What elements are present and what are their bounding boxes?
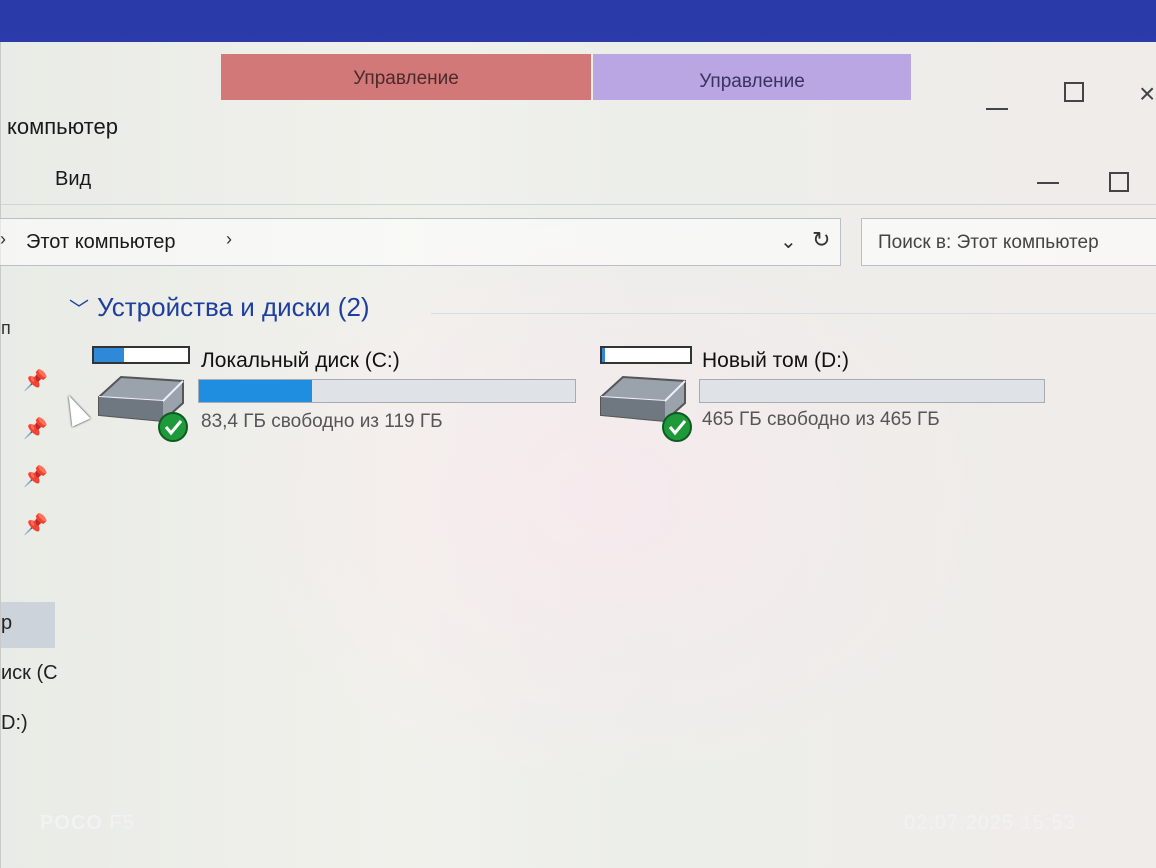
refresh-icon[interactable]: ↻ <box>812 227 830 253</box>
nav-item-drive-c[interactable]: иск (С <box>1 662 58 685</box>
status-check-icon <box>158 412 188 442</box>
inner-minimize-button[interactable] <box>1037 182 1059 184</box>
chevron-down-icon[interactable]: ⌄ <box>780 229 797 254</box>
brand-name: POCO <box>40 812 103 834</box>
pin-icon[interactable]: 📌 <box>23 464 48 489</box>
search-placeholder: Поиск в: Этот компьютер <box>878 232 1099 253</box>
status-check-icon <box>662 412 692 442</box>
breadcrumb-next-chevron-icon[interactable]: › <box>226 229 232 250</box>
search-box[interactable]: Поиск в: Этот компьютер <box>861 218 1156 266</box>
pin-icon[interactable]: 📌 <box>23 416 48 441</box>
breadcrumb-this-pc[interactable]: Этот компьютер <box>26 231 176 254</box>
mouse-cursor-icon <box>59 391 91 427</box>
context-tab-manage-1[interactable]: Управление <box>221 54 591 100</box>
drive-free-space: 465 ГБ свободно из 465 ГБ <box>702 409 940 430</box>
ribbon-tab-view[interactable]: Вид <box>55 168 91 191</box>
nav-item-label: р <box>1 612 13 634</box>
nav-partial-label: п <box>1 318 11 338</box>
breadcrumb-chevron-icon[interactable]: › <box>0 229 6 250</box>
minimize-button[interactable] <box>986 108 1008 110</box>
hard-drive-icon <box>600 346 692 442</box>
nav-item-this-pc[interactable]: р <box>1 602 55 648</box>
drive-name: Новый том (D:) <box>702 349 849 372</box>
address-bar[interactable]: › Этот компьютер › ⌄ ↻ <box>0 218 841 266</box>
desktop: Управление Управление × компьютер Вид › … <box>0 0 1156 868</box>
context-tab-manage-2[interactable]: Управление <box>593 54 911 100</box>
model-name: F5 <box>109 812 135 834</box>
drive-usage-fill <box>199 380 312 402</box>
hard-drive-icon <box>92 346 190 442</box>
title-bar: Управление Управление <box>1 42 1156 100</box>
drive-usage-bar <box>198 379 576 403</box>
window-title: компьютер <box>7 114 118 139</box>
pin-icon[interactable]: 📌 <box>23 512 48 537</box>
pin-icon[interactable]: 📌 <box>23 368 48 393</box>
maximize-button[interactable] <box>1064 82 1084 102</box>
close-button[interactable]: × <box>1139 78 1155 110</box>
drive-tile-c[interactable]: Локальный диск (C:) 83,4 ГБ свободно из … <box>91 345 591 445</box>
explorer-window: Управление Управление × компьютер Вид › … <box>0 42 1156 868</box>
inner-maximize-button[interactable] <box>1109 172 1129 192</box>
photo-brand-watermark: POCO F5 <box>40 812 135 835</box>
drive-free-space: 83,4 ГБ свободно из 119 ГБ <box>201 411 443 432</box>
group-title: Устройства и диски (2) <box>97 292 370 322</box>
drive-name: Локальный диск (C:) <box>201 349 400 372</box>
group-divider <box>431 313 1156 314</box>
ribbon-divider <box>1 204 1156 205</box>
chevron-down-icon[interactable]: ﹀ <box>69 293 89 322</box>
devices-group-header[interactable]: ﹀ Устройства и диски (2) <box>69 292 370 323</box>
photo-datetime-watermark: 02.07.2025 15:53 <box>904 812 1076 834</box>
drive-tile-d[interactable]: Новый том (D:) 465 ГБ свободно из 465 ГБ <box>599 345 1059 445</box>
navigation-pane: п 📌 📌 📌 📌 р иск (С D:) <box>1 302 61 802</box>
nav-item-drive-d[interactable]: D:) <box>1 712 28 735</box>
drive-usage-bar <box>699 379 1045 403</box>
